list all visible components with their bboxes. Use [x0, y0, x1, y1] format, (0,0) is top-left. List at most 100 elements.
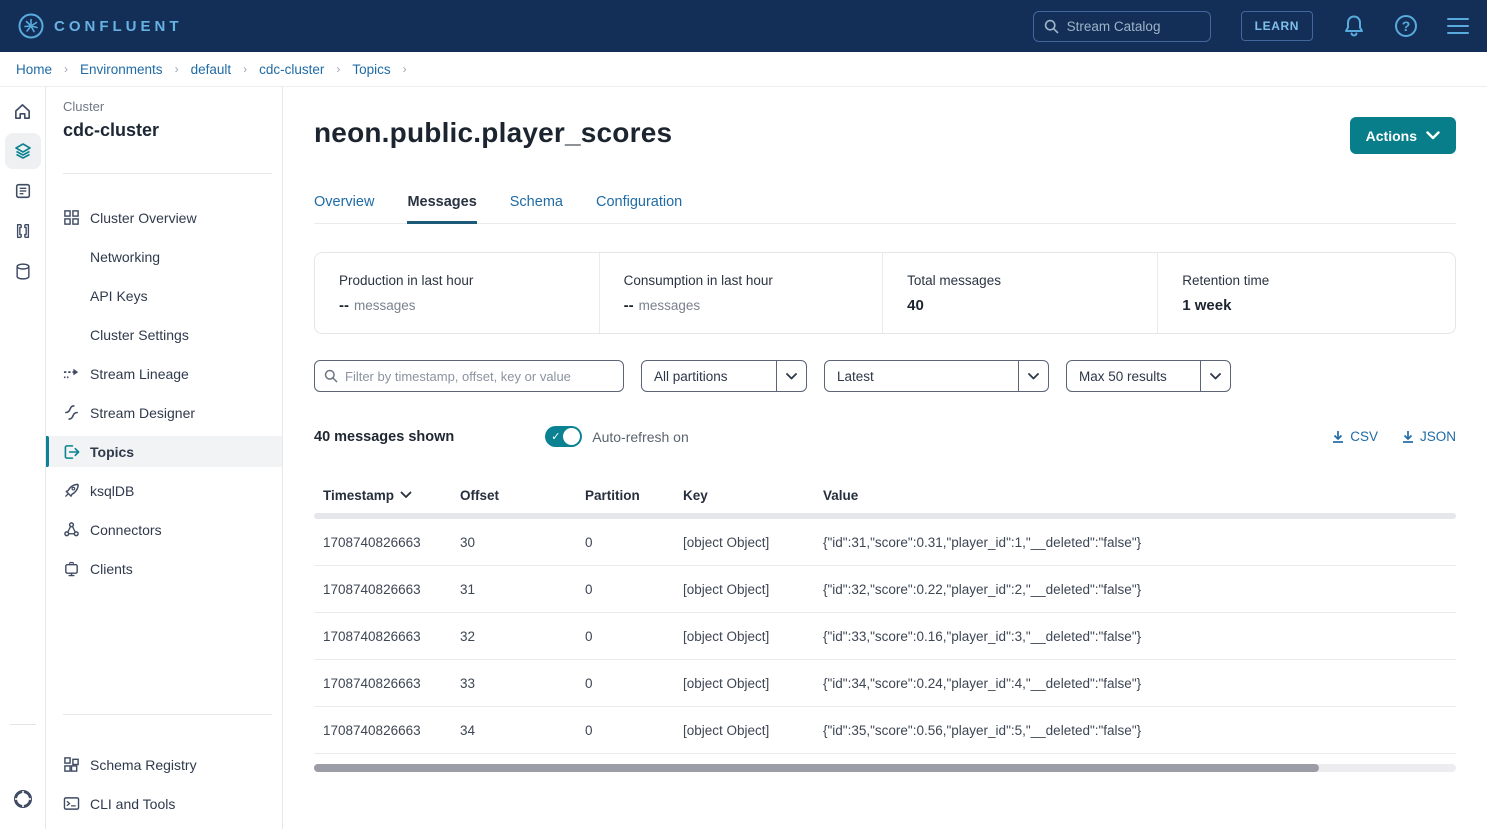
download-icon — [1332, 430, 1344, 443]
check-icon: ✓ — [551, 430, 560, 443]
sidebar-item-cluster-settings[interactable]: Cluster Settings — [46, 315, 282, 354]
search-icon — [324, 369, 338, 383]
help-button[interactable]: ? — [1395, 15, 1417, 37]
table-row[interactable]: 1708740826663 34 0 [object Object] {"id"… — [314, 707, 1456, 754]
breadcrumb-default[interactable]: default — [191, 62, 232, 77]
breadcrumb-environments[interactable]: Environments — [80, 62, 163, 77]
breadcrumb-home[interactable]: Home — [16, 62, 52, 77]
chevron-down-icon — [1426, 131, 1440, 140]
table-row[interactable]: 1708740826663 32 0 [object Object] {"id"… — [314, 613, 1456, 660]
grid-icon — [63, 209, 89, 226]
topic-detail-main: neon.public.player_scores Actions Overvi… — [283, 87, 1487, 829]
breadcrumb-topics[interactable]: Topics — [352, 62, 390, 77]
sidebar-section-label: Cluster — [46, 99, 282, 114]
download-json-link[interactable]: JSON — [1402, 429, 1456, 444]
column-header-timestamp[interactable]: Timestamp — [323, 488, 460, 503]
search-icon — [1044, 19, 1059, 34]
auto-refresh-toggle[interactable]: ✓ — [545, 426, 582, 447]
auto-refresh-label: Auto-refresh on — [592, 429, 689, 445]
chevron-right-icon: › — [175, 62, 179, 76]
home-icon[interactable] — [5, 93, 41, 129]
lineage-arrow-icon — [63, 367, 89, 381]
messages-count: 40 messages shown — [314, 429, 454, 445]
rail-divider — [10, 724, 36, 725]
column-header-partition[interactable]: Partition — [585, 488, 683, 503]
scrollbar-thumb[interactable] — [314, 764, 1319, 772]
sidebar-item-cli-and-tools[interactable]: CLI and Tools — [46, 784, 282, 823]
column-header-value[interactable]: Value — [823, 488, 1456, 503]
schema-registry-icon — [63, 756, 89, 773]
hamburger-icon — [1447, 18, 1469, 34]
stream-catalog-input[interactable] — [1067, 19, 1187, 34]
sidebar-item-clients[interactable]: Clients — [46, 549, 282, 588]
learn-button[interactable]: LEARN — [1241, 11, 1313, 41]
partition-select[interactable]: All partitions — [641, 360, 807, 392]
sidebar-item-api-keys[interactable]: API Keys — [46, 276, 282, 315]
main-menu-button[interactable] — [1447, 18, 1469, 34]
sidebar-item-ksqldb[interactable]: ksqlDB — [46, 471, 282, 510]
chevron-down-icon — [1018, 361, 1048, 391]
sort-chevron-down-icon — [400, 491, 412, 499]
page-title: neon.public.player_scores — [314, 117, 672, 149]
cluster-sidebar: Cluster cdc-cluster Cluster Overview Net… — [46, 87, 283, 829]
notes-document-icon[interactable] — [5, 173, 41, 209]
message-filters: All partitions Latest Max 50 results — [314, 360, 1456, 392]
table-row[interactable]: 1708740826663 31 0 [object Object] {"id"… — [314, 566, 1456, 613]
rocket-icon — [63, 482, 89, 499]
stream-catalog-search[interactable] — [1033, 11, 1211, 42]
help-icon: ? — [1395, 15, 1417, 37]
messages-table-header: Timestamp Offset Partition Key Value — [314, 477, 1456, 513]
column-header-offset[interactable]: Offset — [460, 488, 585, 503]
sidebar-item-topics[interactable]: Topics — [46, 436, 282, 467]
table-row[interactable]: 1708740826663 33 0 [object Object] {"id"… — [314, 660, 1456, 707]
download-icon — [1402, 430, 1414, 443]
tab-overview[interactable]: Overview — [314, 194, 374, 223]
chevron-right-icon: › — [403, 62, 407, 76]
table-row[interactable]: 1708740826663 30 0 [object Object] {"id"… — [314, 519, 1456, 566]
sidebar-item-stream-designer[interactable]: Stream Designer — [46, 393, 282, 432]
confluent-brand[interactable]: CONFLUENT — [18, 13, 183, 39]
result-limit-select[interactable]: Max 50 results — [1066, 360, 1231, 392]
message-filter-search[interactable] — [314, 360, 624, 392]
chevron-down-icon — [776, 361, 806, 391]
column-header-key[interactable]: Key — [683, 488, 823, 503]
topic-tabs: Overview Messages Schema Configuration — [314, 194, 1456, 224]
brand-name: CONFLUENT — [54, 18, 183, 35]
top-navbar: CONFLUENT LEARN ? — [0, 0, 1487, 52]
environments-layers-icon[interactable] — [5, 133, 41, 169]
tab-schema[interactable]: Schema — [510, 194, 563, 223]
chevron-down-icon — [1200, 361, 1230, 391]
confluent-logo-icon — [18, 13, 44, 39]
table-horizontal-scrollbar[interactable] — [314, 764, 1456, 772]
message-filter-input[interactable] — [345, 369, 614, 384]
chevron-right-icon: › — [64, 62, 68, 76]
offset-order-select[interactable]: Latest — [824, 360, 1049, 392]
sidebar-item-schema-registry[interactable]: Schema Registry — [46, 745, 282, 784]
chevron-right-icon: › — [243, 62, 247, 76]
stat-total-messages: Total messages 40 — [882, 253, 1157, 333]
download-csv-link[interactable]: CSV — [1332, 429, 1378, 444]
globe-support-icon[interactable] — [5, 781, 41, 817]
terminal-icon — [63, 796, 89, 811]
stat-retention-time: Retention time 1 week — [1157, 253, 1455, 333]
bell-icon — [1343, 14, 1365, 38]
tab-messages[interactable]: Messages — [407, 194, 476, 224]
sidebar-item-stream-lineage[interactable]: Stream Lineage — [46, 354, 282, 393]
stat-production: Production in last hour --messages — [315, 253, 599, 333]
connectors-nodes-icon — [63, 521, 89, 538]
designer-curves-icon — [63, 404, 89, 421]
messages-status-bar: 40 messages shown ✓ Auto-refresh on CSV … — [314, 426, 1456, 447]
sidebar-item-networking[interactable]: Networking — [46, 237, 282, 276]
flow-brackets-icon[interactable] — [5, 213, 41, 249]
cluster-name: cdc-cluster — [46, 120, 282, 141]
actions-button[interactable]: Actions — [1350, 117, 1456, 154]
client-monitor-icon — [63, 560, 89, 577]
tab-configuration[interactable]: Configuration — [596, 194, 682, 223]
sidebar-item-connectors[interactable]: Connectors — [46, 510, 282, 549]
database-icon[interactable] — [5, 253, 41, 289]
topics-icon — [63, 444, 89, 460]
breadcrumb-cdc-cluster[interactable]: cdc-cluster — [259, 62, 324, 77]
left-icon-rail — [0, 87, 46, 829]
sidebar-item-cluster-overview[interactable]: Cluster Overview — [46, 198, 282, 237]
notifications-button[interactable] — [1343, 14, 1365, 38]
